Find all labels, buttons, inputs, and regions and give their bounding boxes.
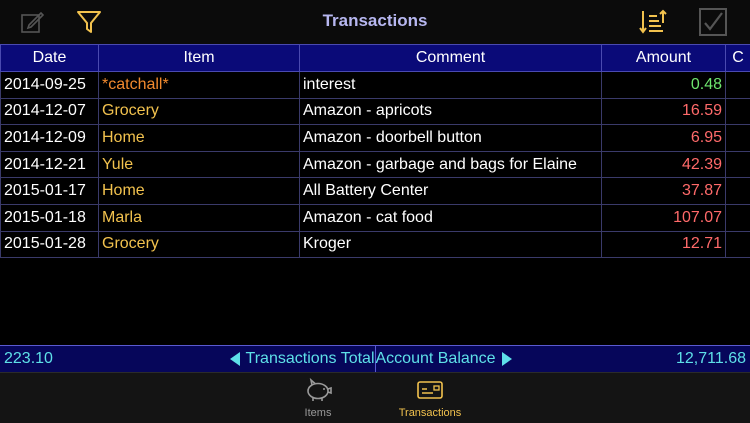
table-row[interactable]: 2014-12-07 Grocery Amazon - apricots 16.… xyxy=(1,98,750,125)
row-item: Grocery xyxy=(99,98,300,125)
account-balance-value: 12,711.68 xyxy=(676,350,746,368)
row-date: 2014-12-09 xyxy=(1,125,99,152)
row-cleared[interactable] xyxy=(726,204,750,231)
credit-card-icon xyxy=(415,377,445,403)
piggy-bank-icon xyxy=(303,377,333,403)
row-amount: 6.95 xyxy=(602,125,726,152)
transactions-table: Date Item Comment Amount C 2014-09-25 *c… xyxy=(0,44,750,258)
row-cleared[interactable] xyxy=(726,98,750,125)
row-amount: 12.71 xyxy=(602,231,726,258)
sort-button[interactable] xyxy=(637,6,669,38)
row-date: 2014-09-25 xyxy=(1,72,99,99)
table-row[interactable]: 2015-01-17 Home All Battery Center 37.87 xyxy=(1,178,750,205)
row-comment: Amazon - doorbell button xyxy=(300,125,602,152)
row-cleared[interactable] xyxy=(726,151,750,178)
column-header-comment[interactable]: Comment xyxy=(300,45,602,72)
account-balance[interactable]: Account Balance 12,711.68 xyxy=(376,346,750,372)
row-amount: 42.39 xyxy=(602,151,726,178)
column-header-c[interactable]: C xyxy=(726,45,750,72)
column-header-item[interactable]: Item xyxy=(99,45,300,72)
column-header-amount[interactable]: Amount xyxy=(602,45,726,72)
row-item: Home xyxy=(99,178,300,205)
row-comment: interest xyxy=(300,72,602,99)
row-item: *catchall* xyxy=(99,72,300,99)
navigation-bar: Transactions xyxy=(0,0,750,44)
account-balance-label: Account Balance xyxy=(376,350,496,368)
table-header-row: Date Item Comment Amount C xyxy=(1,45,750,72)
triangle-right-icon xyxy=(502,352,670,366)
column-header-date[interactable]: Date xyxy=(1,45,99,72)
transactions-total-value: 223.10 xyxy=(4,350,53,368)
tab-transactions-label: Transactions xyxy=(390,407,470,419)
tab-items-label: Items xyxy=(278,407,358,419)
row-item: Yule xyxy=(99,151,300,178)
checkbox-icon xyxy=(698,7,728,37)
row-date: 2015-01-28 xyxy=(1,231,99,258)
row-amount: 37.87 xyxy=(602,178,726,205)
row-comment: Amazon - apricots xyxy=(300,98,602,125)
row-item: Grocery xyxy=(99,231,300,258)
tab-items[interactable]: Items xyxy=(278,377,358,419)
table-row[interactable]: 2015-01-28 Grocery Kroger 12.71 xyxy=(1,231,750,258)
table-row[interactable]: 2014-09-25 *catchall* interest 0.48 xyxy=(1,72,750,99)
row-amount: 16.59 xyxy=(602,98,726,125)
row-date: 2015-01-17 xyxy=(1,178,99,205)
row-date: 2014-12-07 xyxy=(1,98,99,125)
row-comment: Kroger xyxy=(300,231,602,258)
table-row[interactable]: 2015-01-18 Marla Amazon - cat food 107.0… xyxy=(1,204,750,231)
row-amount: 0.48 xyxy=(602,72,726,99)
row-cleared[interactable] xyxy=(726,231,750,258)
transactions-total-label: Transactions Total xyxy=(246,350,375,368)
row-date: 2014-12-21 xyxy=(1,151,99,178)
row-comment: All Battery Center xyxy=(300,178,602,205)
sort-icon xyxy=(638,8,668,36)
table-row[interactable]: 2014-12-09 Home Amazon - doorbell button… xyxy=(1,125,750,152)
row-comment: Amazon - cat food xyxy=(300,204,602,231)
row-cleared[interactable] xyxy=(726,178,750,205)
row-comment: Amazon - garbage and bags for Elaine xyxy=(300,151,602,178)
row-cleared[interactable] xyxy=(726,72,750,99)
row-cleared[interactable] xyxy=(726,125,750,152)
row-amount: 107.07 xyxy=(602,204,726,231)
totals-bar: 223.10 Transactions Total Account Balanc… xyxy=(0,345,750,373)
table-row[interactable]: 2014-12-21 Yule Amazon - garbage and bag… xyxy=(1,151,750,178)
row-item: Marla xyxy=(99,204,300,231)
tab-bar: Items Transactions xyxy=(0,372,750,423)
transactions-total[interactable]: 223.10 Transactions Total xyxy=(0,346,376,372)
select-button[interactable] xyxy=(697,6,729,38)
row-item: Home xyxy=(99,125,300,152)
row-date: 2015-01-18 xyxy=(1,204,99,231)
triangle-left-icon xyxy=(59,352,240,366)
tab-transactions[interactable]: Transactions xyxy=(390,377,470,419)
